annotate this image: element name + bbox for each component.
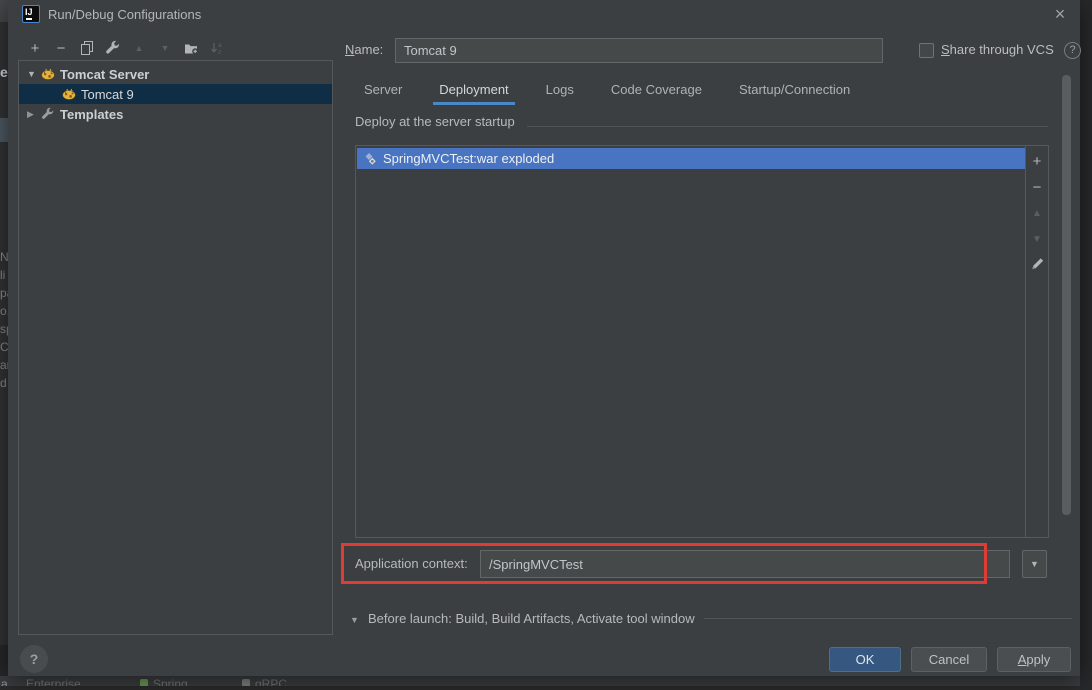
artifact-list-item-selected[interactable]: SpringMVCTest:war exploded bbox=[357, 148, 1025, 169]
ok-button[interactable]: OK bbox=[829, 647, 901, 672]
tab-deployment[interactable]: Deployment bbox=[433, 78, 514, 105]
application-context-label: Application context: bbox=[355, 550, 468, 578]
vertical-scrollbar[interactable] bbox=[1062, 75, 1071, 515]
cancel-button[interactable]: Cancel bbox=[911, 647, 987, 672]
background-text-fragment: pa bbox=[0, 286, 8, 300]
application-context-dropdown-button[interactable]: ▼ bbox=[1022, 550, 1047, 578]
before-launch-collapse-icon[interactable]: ▼ bbox=[350, 615, 359, 625]
background-text-fragment: li bbox=[0, 268, 8, 282]
background-text-fragment: d bbox=[0, 376, 8, 390]
share-through-vcs-checkbox[interactable] bbox=[919, 43, 934, 58]
deployment-list-panel: SpringMVCTest:war exploded + − ▲ ▼ bbox=[355, 145, 1049, 538]
tree-item-tomcat-9-selected[interactable]: Tomcat 9 bbox=[19, 84, 332, 104]
tomcat-icon bbox=[41, 67, 55, 81]
tab-logs[interactable]: Logs bbox=[540, 78, 580, 105]
background-left-strip: e NI li pa o. sp C ar d bbox=[0, 0, 8, 690]
tree-item-label: Tomcat Server bbox=[60, 67, 149, 82]
background-block bbox=[0, 645, 8, 676]
section-divider bbox=[704, 618, 1072, 619]
move-artifact-down-button[interactable]: ▼ bbox=[1026, 228, 1048, 250]
deploy-section-label: Deploy at the server startup bbox=[355, 114, 515, 129]
move-down-button[interactable]: ▼ bbox=[156, 39, 174, 57]
tab-code-coverage[interactable]: Code Coverage bbox=[605, 78, 708, 105]
tomcat-icon bbox=[62, 87, 76, 101]
tab-server[interactable]: Server bbox=[358, 78, 408, 105]
edit-artifact-pencil-icon[interactable] bbox=[1026, 252, 1048, 274]
move-artifact-up-button[interactable]: ▲ bbox=[1026, 202, 1048, 224]
chevron-down-icon: ▼ bbox=[1030, 559, 1039, 569]
close-icon[interactable]: × bbox=[1048, 2, 1072, 26]
share-help-icon[interactable]: ? bbox=[1064, 42, 1081, 59]
wrench-icon bbox=[41, 107, 55, 121]
artifact-icon bbox=[363, 152, 377, 166]
configurations-tree: ▼ Tomcat Server Tomcat 9 ▶ Templates bbox=[18, 60, 333, 635]
background-text-fragment: NI bbox=[0, 250, 8, 264]
dialog-title: Run/Debug Configurations bbox=[48, 7, 201, 22]
share-through-vcs-label: Share through VCS bbox=[941, 42, 1054, 57]
tree-item-tomcat-server[interactable]: ▼ Tomcat Server bbox=[19, 64, 332, 84]
before-launch-label: Before launch: Build, Build Artifacts, A… bbox=[368, 611, 695, 626]
remove-artifact-button[interactable]: − bbox=[1026, 176, 1048, 198]
artifact-label: SpringMVCTest:war exploded bbox=[383, 151, 554, 166]
background-text-fragment: sp bbox=[0, 322, 8, 336]
background-text-fragment: ar bbox=[0, 358, 8, 372]
chevron-right-icon[interactable]: ▶ bbox=[27, 109, 37, 120]
tree-item-label: Templates bbox=[60, 107, 123, 122]
add-artifact-button[interactable]: + bbox=[1026, 150, 1048, 172]
background-divider bbox=[0, 686, 1092, 690]
tree-item-templates[interactable]: ▶ Templates bbox=[19, 104, 332, 124]
chevron-down-icon[interactable]: ▼ bbox=[27, 69, 37, 79]
copy-configuration-icon[interactable] bbox=[78, 39, 96, 57]
remove-configuration-button[interactable]: − bbox=[52, 39, 70, 57]
application-context-input[interactable] bbox=[480, 550, 1010, 578]
help-button[interactable]: ? bbox=[20, 645, 48, 673]
svg-text:z: z bbox=[218, 49, 221, 56]
tree-item-label: Tomcat 9 bbox=[81, 87, 134, 102]
background-text-fragment: e bbox=[0, 64, 8, 80]
sort-configurations-icon[interactable]: az bbox=[208, 39, 226, 57]
add-configuration-button[interactable]: + bbox=[26, 39, 44, 57]
section-divider bbox=[527, 126, 1048, 127]
name-label: Name: bbox=[345, 38, 383, 62]
run-debug-configurations-dialog: IJ Run/Debug Configurations × + − ▲ ▼ az… bbox=[8, 0, 1080, 676]
screen: e NI li pa o. sp C ar d a Enterprise Spr… bbox=[0, 0, 1092, 690]
background-selection-block bbox=[0, 118, 8, 142]
intellij-logo-icon: IJ bbox=[22, 5, 40, 23]
tab-startup-connection[interactable]: Startup/Connection bbox=[733, 78, 856, 105]
tab-bar: Server Deployment Logs Code Coverage Sta… bbox=[358, 78, 856, 105]
background-block bbox=[0, 0, 8, 22]
apply-button[interactable]: Apply bbox=[997, 647, 1071, 672]
move-up-button[interactable]: ▲ bbox=[130, 39, 148, 57]
svg-text:a: a bbox=[218, 42, 222, 49]
background-right-strip bbox=[1080, 0, 1092, 690]
name-input[interactable] bbox=[395, 38, 883, 63]
background-text-fragment: C bbox=[0, 340, 8, 354]
edit-defaults-wrench-icon[interactable] bbox=[104, 39, 122, 57]
background-text-fragment: o. bbox=[0, 304, 8, 318]
create-folder-icon[interactable] bbox=[182, 39, 200, 57]
